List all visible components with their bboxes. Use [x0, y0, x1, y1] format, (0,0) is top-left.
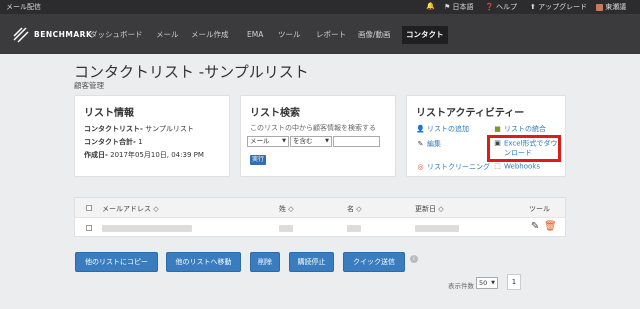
merge-list-label: リストの統合 [504, 125, 546, 133]
col-tools: ツール [529, 205, 550, 213]
upgrade-link[interactable]: ⬆ アップグレード [530, 2, 587, 12]
webhook-icon: ⬚ [494, 162, 501, 170]
list-cleaning-link[interactable]: ◎ リストクリーニング [416, 162, 490, 172]
language-menu[interactable]: ⚑ 日本語 [444, 2, 474, 12]
per-page-label: 表示件数 [448, 282, 474, 290]
search-run-button[interactable]: 実行 [250, 155, 266, 165]
col-last-name[interactable]: 姓 ◇ [279, 204, 294, 214]
top-bar: メール配信 🔔 ⚑ 日本語 ❓ ヘルプ ⬆ アップグレード 東瀬議 [0, 0, 640, 14]
pencil-icon: ✎ [417, 139, 424, 148]
search-operator-select[interactable]: を含む ▼ [290, 136, 332, 147]
unsubscribe-button[interactable]: 購読停止 [289, 252, 334, 272]
list-info-panel: リスト情報 コンタクトリスト- サンプルリスト コンタクト合計- 1 作成日- … [74, 95, 230, 177]
logo-text: BENCHMARK [34, 30, 93, 39]
merge-icon: ■ [494, 124, 501, 133]
contact-total-label: コンタクト合計- [84, 138, 136, 146]
nav-mail[interactable]: メール [152, 26, 183, 44]
col-updated[interactable]: 更新日 ◇ [415, 204, 444, 214]
dropdown-arrow-icon: ▼ [325, 138, 329, 144]
add-list-link[interactable]: 👤 リストの追加 [416, 124, 469, 134]
merge-list-link[interactable]: ■ リストの統合 [493, 124, 546, 134]
add-user-icon: 👤 [416, 124, 425, 133]
main-nav: BENCHMARK ダッシュボード メール メール作成 EMA ツール レポート… [0, 14, 640, 54]
quick-send-button[interactable]: クイック送信 [343, 252, 405, 272]
list-info-heading: リスト情報 [84, 108, 134, 119]
app-title: メール配信 [6, 3, 41, 11]
dropdown-arrow-icon: ▼ [282, 138, 286, 144]
avatar [596, 3, 603, 11]
list-cleaning-label: リストクリーニング [427, 163, 490, 171]
bell-icon[interactable]: 🔔 [426, 2, 435, 10]
nav-media[interactable]: 画像/動画 [354, 26, 395, 44]
nav-contact[interactable]: コンタクト [402, 26, 448, 44]
upgrade-label: アップグレード [538, 3, 588, 11]
logo-mark-icon [13, 27, 29, 43]
search-field-select[interactable]: メール ▼ [247, 136, 289, 147]
created-date-line: 作成日- 2017年05月10日, 04:39 PM [84, 150, 204, 160]
edit-row-icon[interactable]: ✎ [531, 221, 539, 232]
activity-heading: リストアクティビティー [416, 108, 525, 119]
col-first-name[interactable]: 名 ◇ [347, 204, 362, 214]
contact-total-value: 1 [138, 138, 143, 146]
list-name-label: コンタクトリスト- [84, 125, 143, 133]
nav-tools[interactable]: ツール [274, 26, 305, 44]
help-label: ヘルプ [495, 3, 517, 11]
redacted-last-name [279, 225, 293, 232]
redacted-email [102, 225, 192, 232]
info-icon[interactable]: i [410, 255, 418, 263]
col-email[interactable]: メールアドレス ◇ [102, 204, 159, 214]
contacts-table: メールアドレス ◇ 姓 ◇ 名 ◇ 更新日 ◇ ツール ✎ 🗑 [74, 197, 566, 237]
delete-button[interactable]: 削除 [250, 252, 280, 272]
search-input[interactable] [333, 136, 380, 147]
per-page-select[interactable]: 50 ▼ [476, 277, 498, 289]
upgrade-icon: ⬆ [530, 3, 536, 11]
user-menu[interactable]: 東瀬議 [596, 2, 626, 12]
help-icon: ❓ [485, 3, 494, 11]
flag-icon: ⚑ [444, 3, 451, 11]
help-link[interactable]: ❓ ヘルプ [485, 2, 517, 12]
nav-ema[interactable]: EMA [243, 26, 267, 44]
contact-total-line: コンタクト合計- 1 [84, 137, 143, 147]
nav-report[interactable]: レポート [312, 26, 350, 44]
search-description: このリストの中から顧客情報を検索する [250, 124, 376, 132]
page-1-button[interactable]: 1 [507, 274, 521, 290]
created-date-value: 2017年05月10日, 04:39 PM [110, 151, 204, 159]
list-search-panel: リスト検索 このリストの中から顧客情報を検索する メール ▼ を含む ▼ 実行 [240, 95, 396, 177]
list-name-line: コンタクトリスト- サンプルリスト [84, 124, 194, 134]
user-name: 東瀬議 [605, 3, 627, 11]
dropdown-arrow-icon: ▼ [491, 280, 495, 286]
highlight-box [487, 135, 561, 162]
per-page-value: 50 [479, 279, 488, 287]
redacted-first-name [347, 225, 361, 232]
row-checkbox[interactable] [86, 225, 92, 231]
add-list-label: リストの追加 [427, 125, 469, 133]
language-label: 日本語 [452, 3, 474, 11]
edit-label: 編集 [427, 140, 441, 148]
search-heading: リスト検索 [250, 108, 300, 119]
select-all-checkbox[interactable] [86, 205, 92, 211]
created-date-label: 作成日- [84, 151, 108, 159]
table-header: メールアドレス ◇ 姓 ◇ 名 ◇ 更新日 ◇ ツール [75, 198, 565, 218]
target-icon: ◎ [417, 162, 424, 171]
list-name-value: サンプルリスト [145, 125, 194, 133]
page-title: コンタクトリスト -サンプルリスト [74, 63, 309, 81]
page-subtitle: 顧客管理 [74, 81, 104, 90]
webhooks-label: Webhooks [504, 162, 540, 171]
edit-link[interactable]: ✎ 編集 [416, 139, 441, 149]
nav-dashboard[interactable]: ダッシュボード [86, 26, 147, 44]
webhooks-link[interactable]: ⬚ Webhooks [493, 162, 540, 171]
table-row: ✎ 🗑 [75, 218, 565, 238]
search-operator-value: を含む [293, 137, 313, 145]
search-field-value: メール [250, 137, 270, 145]
redacted-updated [415, 225, 459, 232]
move-to-list-button[interactable]: 他のリストへ移動 [166, 252, 241, 272]
copy-to-list-button[interactable]: 他のリストにコピー [75, 252, 158, 272]
nav-create-mail[interactable]: メール作成 [187, 26, 233, 44]
trash-icon[interactable]: 🗑 [544, 221, 557, 232]
